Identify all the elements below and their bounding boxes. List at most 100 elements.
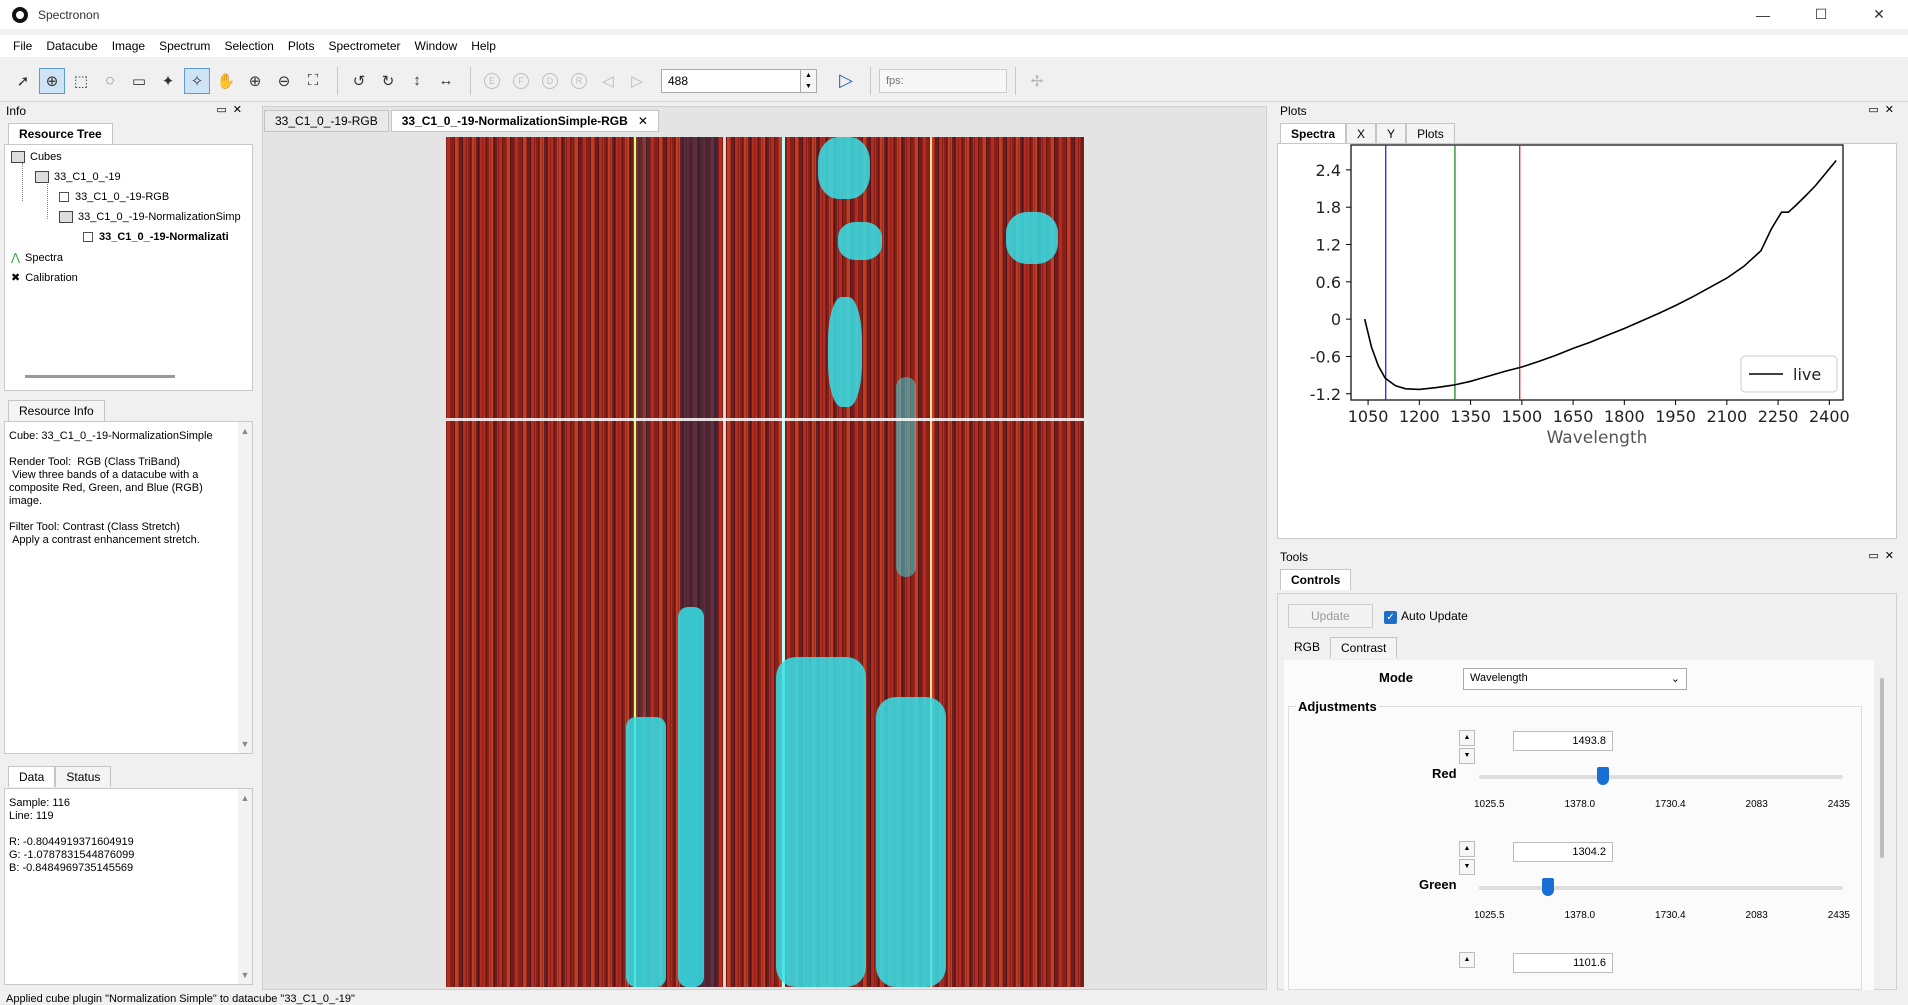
tick-label: 1730.4 <box>1655 799 1686 810</box>
tab-status[interactable]: Status <box>55 766 112 787</box>
pan-hand-icon[interactable]: ✋ <box>213 68 239 94</box>
tab-x[interactable]: X <box>1346 123 1377 144</box>
red-spin-down-icon[interactable]: ▼ <box>1459 748 1475 764</box>
scroll-up-icon[interactable]: ▲ <box>238 793 252 803</box>
play-icon[interactable]: ▷ <box>833 68 859 94</box>
flip-vertical-icon[interactable]: ↕ <box>404 68 430 94</box>
menu-datacube[interactable]: Datacube <box>39 39 104 53</box>
crosshair-horizontal[interactable] <box>446 418 1084 421</box>
blue-value-field[interactable]: 1101.6 <box>1513 953 1613 973</box>
calibration-tools-icon: ✖ <box>11 272 21 284</box>
menu-spectrum[interactable]: Spectrum <box>152 39 217 53</box>
green-slider-track[interactable] <box>1479 886 1843 890</box>
red-value-field[interactable]: 1493.8 <box>1513 731 1613 751</box>
tab-rgb[interactable]: RGB <box>1284 637 1330 658</box>
scroll-up-icon[interactable]: ▲ <box>238 426 252 436</box>
fps-field[interactable] <box>879 68 1007 93</box>
adjustments-label: Adjustments <box>1296 699 1379 714</box>
vertical-scrollbar[interactable]: ▲ ▼ <box>238 789 252 984</box>
frame-input[interactable] <box>661 68 801 93</box>
red-slider-track[interactable] <box>1479 775 1843 779</box>
green-value-field[interactable]: 1304.2 <box>1513 842 1613 862</box>
tab-plots[interactable]: Plots <box>1406 123 1455 144</box>
r-button[interactable]: R <box>566 68 592 94</box>
flip-horizontal-icon[interactable]: ↔ <box>433 68 459 94</box>
chevron-down-icon[interactable]: ⌄ <box>1671 672 1680 685</box>
e-button[interactable]: E <box>479 68 505 94</box>
tree-item-spectra[interactable]: ⋀ Spectra <box>11 251 63 265</box>
tree-item-rgb[interactable]: 33_C1_0_-19-RGB <box>59 191 169 203</box>
tab-normalization-rgb[interactable]: 33_C1_0_-19-NormalizationSimple-RGB ✕ <box>390 110 659 132</box>
lasso-select-icon[interactable]: ◌ <box>97 68 123 94</box>
rectangle-select-icon[interactable]: ⬚ <box>68 68 94 94</box>
tab-contrast[interactable]: Contrast <box>1330 637 1398 658</box>
spin-down-icon[interactable]: ▼ <box>805 83 812 90</box>
auto-update-toggle[interactable]: ✓ Auto Update <box>1384 609 1468 624</box>
tick-label: 1378.0 <box>1564 910 1596 921</box>
tree-item-calibration[interactable]: ✖ Calibration <box>11 271 78 285</box>
vertical-scrollbar[interactable]: ▲ ▼ <box>238 422 252 753</box>
tree-item-normalization-rgb[interactable]: 33_C1_0_-19-Normalizati <box>83 231 229 243</box>
mode-select[interactable]: Wavelength ⌄ <box>1463 668 1687 690</box>
menu-window[interactable]: Window <box>408 39 465 53</box>
update-button[interactable]: Update <box>1288 604 1373 628</box>
info-panel-title: Info <box>6 104 27 118</box>
green-slider-handle[interactable] <box>1542 878 1555 896</box>
tab-resource-tree[interactable]: Resource Tree <box>8 123 113 144</box>
rotate-left-icon[interactable]: ↺ <box>346 68 372 94</box>
spectrum-series-line <box>1363 159 1837 391</box>
zoom-in-icon[interactable]: ⊕ <box>242 68 268 94</box>
close-tab-icon[interactable]: ✕ <box>638 114 648 128</box>
tab-cube-rgb[interactable]: 33_C1_0_-19-RGB <box>264 110 389 132</box>
magic-wand-icon[interactable]: ✦ <box>155 68 181 94</box>
tree-item-cubes[interactable]: Cubes <box>11 151 62 163</box>
spin-up-icon[interactable]: ▲ <box>805 72 812 79</box>
menu-image[interactable]: Image <box>105 39 152 53</box>
plots-panel-controls[interactable]: ▭✕ <box>1868 103 1900 116</box>
horizontal-scrollbar[interactable] <box>25 375 175 378</box>
menu-spectrometer[interactable]: Spectrometer <box>322 39 408 53</box>
rotate-right-icon[interactable]: ↻ <box>375 68 401 94</box>
spectrum-chart[interactable]: 1050 1200 1350 1500 1650 1800 1950 2100 2250 2400… <box>1278 144 1896 538</box>
close-window-button[interactable]: ✕ <box>1850 0 1908 29</box>
previous-frame-icon[interactable]: ◁ <box>595 68 621 94</box>
green-spin-down-icon[interactable]: ▼ <box>1459 859 1475 875</box>
d-button[interactable]: D <box>537 68 563 94</box>
select-arrow-icon[interactable]: ➚ <box>10 68 36 94</box>
scroll-down-icon[interactable]: ▼ <box>238 970 252 980</box>
tab-data[interactable]: Data <box>8 766 56 787</box>
red-label: Red <box>1432 766 1457 781</box>
ruler-icon[interactable]: ▭ <box>126 68 152 94</box>
checkbox-checked-icon[interactable]: ✓ <box>1384 611 1398 624</box>
frame-spinner[interactable]: ▲ ▼ <box>801 68 817 93</box>
tree-item-normalization[interactable]: 33_C1_0_-19-NormalizationSimp <box>59 211 241 223</box>
point-select-icon[interactable]: ✧ <box>184 67 210 94</box>
menu-file[interactable]: File <box>6 39 39 53</box>
menu-selection[interactable]: Selection <box>217 39 280 53</box>
info-panel-controls[interactable]: ▭✕ <box>216 103 248 116</box>
fit-to-window-icon[interactable]: ⛶ <box>300 68 326 94</box>
tab-spectra[interactable]: Spectra <box>1280 123 1347 144</box>
tools-panel-controls[interactable]: ▭✕ <box>1868 549 1900 562</box>
zoom-out-icon[interactable]: ⊖ <box>271 68 297 94</box>
tree-item-cube[interactable]: 33_C1_0_-19 <box>35 171 121 183</box>
red-spin-up-icon[interactable]: ▲ <box>1459 730 1475 746</box>
scroll-down-icon[interactable]: ▼ <box>238 739 252 749</box>
crosshair-vertical[interactable] <box>723 137 726 987</box>
maximize-button[interactable]: ☐ <box>1792 0 1850 29</box>
tab-y[interactable]: Y <box>1376 123 1407 144</box>
f-button[interactable]: F <box>508 68 534 94</box>
settings-star-icon[interactable]: ✢ <box>1024 68 1050 94</box>
tab-resource-info[interactable]: Resource Info <box>8 400 105 421</box>
menu-plots[interactable]: Plots <box>281 39 322 53</box>
green-spin-up-icon[interactable]: ▲ <box>1459 841 1475 857</box>
red-slider-handle[interactable] <box>1596 767 1609 785</box>
menu-help[interactable]: Help <box>464 39 503 53</box>
crosshair-tool-icon[interactable]: ⊕ <box>39 67 65 94</box>
hyperspectral-image[interactable] <box>446 137 1084 987</box>
next-frame-icon[interactable]: ▷ <box>624 68 650 94</box>
tab-controls[interactable]: Controls <box>1280 569 1352 590</box>
tools-vertical-scrollbar[interactable] <box>1880 678 1884 858</box>
blue-spin-up-icon[interactable]: ▲ <box>1459 952 1475 968</box>
minimize-button[interactable]: — <box>1734 0 1792 29</box>
